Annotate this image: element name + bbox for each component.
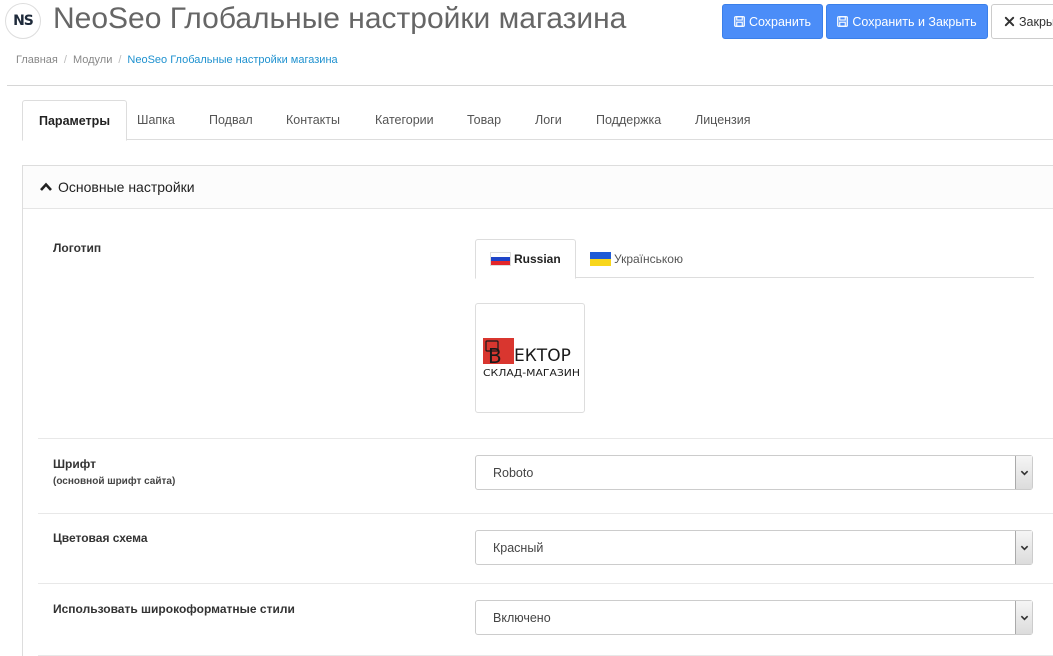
tab-header[interactable]: Шапка: [121, 100, 191, 140]
save-and-close-button[interactable]: Сохранить и Закрыть: [826, 4, 988, 39]
color-scheme-select-value: Красный: [493, 540, 544, 555]
chevron-up-icon: [40, 182, 52, 191]
tab-parameters[interactable]: Параметры: [22, 100, 127, 141]
logo-image-picker[interactable]: В ЕКТОР СКЛАД-МАГАЗИН: [475, 303, 585, 413]
chevron-down-icon: [1020, 545, 1028, 551]
main-settings-panel: Основные настройки Логотип Russian Украї…: [22, 165, 1053, 656]
close-button-label: Закры: [1019, 14, 1053, 29]
wide-styles-setting-row: Использовать широкоформатные стили Включ…: [38, 584, 1053, 656]
logo-setting-row: Логотип Russian Українською В ЕКТОР СКЛА…: [38, 209, 1053, 439]
font-select-value: Roboto: [493, 465, 534, 480]
header-divider: [7, 85, 1053, 86]
font-setting-row: Шрифт (основной шрифт сайта) Roboto: [38, 439, 1053, 514]
tab-logs[interactable]: Логи: [519, 100, 578, 140]
logo-subtitle-text: СКЛАД-МАГАЗИН: [483, 368, 580, 379]
page-title: NeoSeo Глобальные настройки магазина: [53, 2, 627, 35]
logo-brand-text: ЕКТОР: [514, 346, 571, 366]
save-button-label: Сохранить: [748, 14, 812, 29]
settings-tabs: Параметры Шапка Подвал Контакты Категори…: [22, 100, 1053, 141]
tab-product[interactable]: Товар: [451, 100, 517, 140]
wide-styles-select-value: Включено: [493, 610, 551, 625]
color-scheme-setting-row: Цветовая схема Красный: [38, 514, 1053, 584]
close-button[interactable]: Закры: [991, 4, 1053, 39]
breadcrumb-home[interactable]: Главная: [16, 54, 58, 66]
tab-language-russian[interactable]: Russian: [475, 239, 576, 279]
app-logo: NS: [5, 3, 41, 39]
chevron-down-icon: [1020, 615, 1028, 621]
breadcrumb-current[interactable]: NeoSeo Глобальные настройки магазина: [127, 54, 337, 66]
select-arrow: [1015, 601, 1032, 634]
tab-language-ukrainian[interactable]: Українською: [576, 239, 697, 278]
tab-license[interactable]: Лицензия: [679, 100, 767, 140]
font-help-text: (основной шрифт сайта): [53, 476, 176, 487]
logo-brand-letter: В: [488, 344, 502, 368]
language-tabs: Russian Українською: [475, 239, 1034, 279]
wide-styles-label: Использовать широкоформатные стили: [53, 602, 295, 616]
select-arrow: [1015, 531, 1032, 564]
logo-text: NS: [13, 13, 34, 29]
logo-label: Логотип: [53, 241, 102, 255]
close-icon: [1004, 16, 1015, 27]
tab-categories[interactable]: Категории: [359, 100, 450, 140]
breadcrumb-modules[interactable]: Модули: [73, 54, 112, 66]
breadcrumb: Главная / Модули / NeoSeo Глобальные настрой…: [16, 54, 338, 66]
save-button[interactable]: Сохранить: [722, 4, 823, 39]
tab-contacts[interactable]: Контакты: [270, 100, 356, 140]
breadcrumb-separator: /: [118, 54, 122, 66]
panel-title: Основные настройки: [58, 179, 195, 195]
store-logo-image: В ЕКТОР СКЛАД-МАГАЗИН: [483, 338, 580, 379]
select-arrow: [1015, 456, 1032, 489]
language-label-russian: Russian: [514, 252, 561, 266]
russia-flag-icon: [490, 252, 511, 266]
language-label-ukrainian: Українською: [614, 251, 683, 266]
tab-support[interactable]: Поддержка: [580, 100, 677, 140]
wide-styles-select[interactable]: Включено: [475, 600, 1033, 635]
color-scheme-select[interactable]: Красный: [475, 530, 1033, 565]
ukraine-flag-icon: [590, 251, 611, 266]
breadcrumb-separator: /: [63, 54, 67, 66]
font-select[interactable]: Roboto: [475, 455, 1033, 490]
tab-footer[interactable]: Подвал: [193, 100, 269, 140]
color-scheme-label: Цветовая схема: [53, 531, 148, 545]
floppy-disk-icon: [837, 16, 849, 27]
font-label: Шрифт: [53, 457, 96, 471]
panel-heading[interactable]: Основные настройки: [23, 166, 1053, 209]
chevron-down-icon: [1020, 470, 1028, 476]
save-and-close-button-label: Сохранить и Закрыть: [852, 14, 977, 29]
floppy-disk-icon: [734, 16, 745, 27]
